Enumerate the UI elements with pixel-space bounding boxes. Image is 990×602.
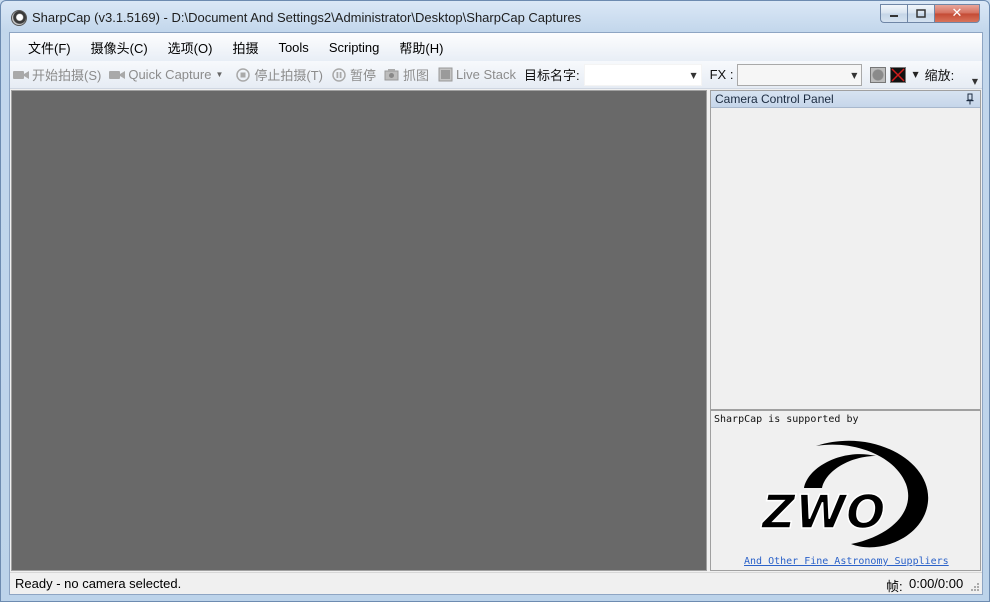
target-name-label: 目标名字: (523, 68, 580, 83)
astronomy-suppliers-link[interactable]: And Other Fine Astronomy Suppliers (744, 556, 949, 567)
resize-grip-icon[interactable] (970, 582, 980, 592)
color-dropdown-icon[interactable]: ▼ (912, 70, 918, 79)
pin-icon[interactable] (965, 93, 975, 105)
menu-camera[interactable]: 摄像头(C) (81, 38, 158, 57)
client-area: 文件(F) 摄像头(C) 选项(O) 拍摄 Tools Scripting 帮助… (9, 32, 983, 595)
live-stack-button[interactable]: Live Stack (437, 67, 516, 82)
close-button[interactable]: ✕ (934, 4, 980, 23)
menu-tools[interactable]: Tools (268, 40, 318, 55)
fx-dropdown-icon[interactable]: ▼ (851, 71, 857, 80)
status-bar: Ready - no camera selected. 帧: 0:00/0:00 (10, 572, 982, 594)
quick-capture-button[interactable]: Quick Capture ▼ (109, 67, 227, 82)
stop-icon (235, 67, 251, 82)
color-picker-button[interactable] (890, 66, 907, 83)
live-stack-icon (437, 67, 453, 82)
toolbar: 开始拍摄(S) Quick Capture ▼ 停止拍摄(T) 暂停 抓图 Li… (10, 61, 982, 89)
snapshot-button[interactable]: 抓图 (384, 65, 429, 84)
camera-control-panel-title: Camera Control Panel (715, 92, 834, 106)
menu-bar: 文件(F) 摄像头(C) 选项(O) 拍摄 Tools Scripting 帮助… (10, 33, 982, 61)
start-capture-button[interactable]: 开始拍摄(S) (13, 65, 101, 84)
sponsor-text: SharpCap is supported by (714, 414, 859, 425)
maximize-button[interactable] (907, 4, 934, 23)
target-name-combo[interactable]: ▼ (583, 63, 702, 86)
camera-preview-area[interactable] (11, 90, 707, 571)
minimize-button[interactable] (880, 4, 907, 23)
frame-label: 帧: (886, 579, 903, 594)
sharpcap-app-icon[interactable] (11, 10, 27, 26)
target-name-dropdown-icon[interactable]: ▼ (690, 71, 696, 80)
zwo-logo-text: ZWO (760, 485, 885, 539)
title-bar[interactable]: SharpCap (v3.1.5169) - D:\Document And S… (1, 1, 989, 33)
close-icon: ✕ (951, 6, 963, 21)
menu-capture[interactable]: 拍摄 (222, 38, 268, 57)
window-controls: ✕ (880, 4, 980, 24)
pause-icon (331, 67, 347, 82)
video-camera-icon (13, 68, 29, 82)
stop-capture-button[interactable]: 停止拍摄(T) (235, 65, 323, 84)
status-text: Ready - no camera selected. (15, 576, 182, 591)
fx-label: FX : (709, 67, 734, 82)
quick-capture-dropdown-icon[interactable]: ▼ (215, 70, 223, 79)
live-stack-label: Live Stack (456, 67, 516, 82)
zwo-logo[interactable]: ZWO (756, 426, 936, 552)
menu-options[interactable]: 选项(O) (158, 38, 223, 57)
start-capture-label: 开始拍摄(S) (32, 68, 102, 83)
quick-capture-label: Quick Capture (128, 67, 212, 82)
snapshot-icon (384, 68, 400, 82)
pause-button[interactable]: 暂停 (331, 65, 376, 84)
video-camera-icon (109, 68, 126, 82)
snapshot-label: 抓图 (402, 68, 429, 83)
pause-label: 暂停 (349, 68, 376, 83)
fx-combo[interactable]: ▼ (737, 63, 863, 86)
camera-control-panel-header: Camera Control Panel (711, 91, 980, 108)
menu-scripting[interactable]: Scripting (319, 40, 390, 55)
minimize-icon (890, 14, 898, 17)
gray-swatch-button[interactable] (870, 66, 887, 83)
menu-file[interactable]: 文件(F) (18, 38, 81, 57)
red-cross-icon (891, 67, 905, 82)
frame-counter: 0:00/0:00 (909, 576, 964, 591)
sponsor-panel: SharpCap is supported by ZWO And Other F… (710, 410, 981, 571)
window-title: SharpCap (v3.1.5169) - D:\Document And S… (32, 10, 582, 25)
zoom-label: 缩放: (924, 68, 955, 83)
stop-capture-label: 停止拍摄(T) (254, 68, 323, 83)
menu-help[interactable]: 帮助(H) (389, 38, 453, 57)
maximize-icon (916, 9, 926, 18)
toolbar-overflow-icon[interactable]: ▼ (970, 75, 980, 88)
camera-control-panel: Camera Control Panel (710, 90, 981, 410)
application-window: SharpCap (v3.1.5169) - D:\Document And S… (0, 0, 990, 602)
